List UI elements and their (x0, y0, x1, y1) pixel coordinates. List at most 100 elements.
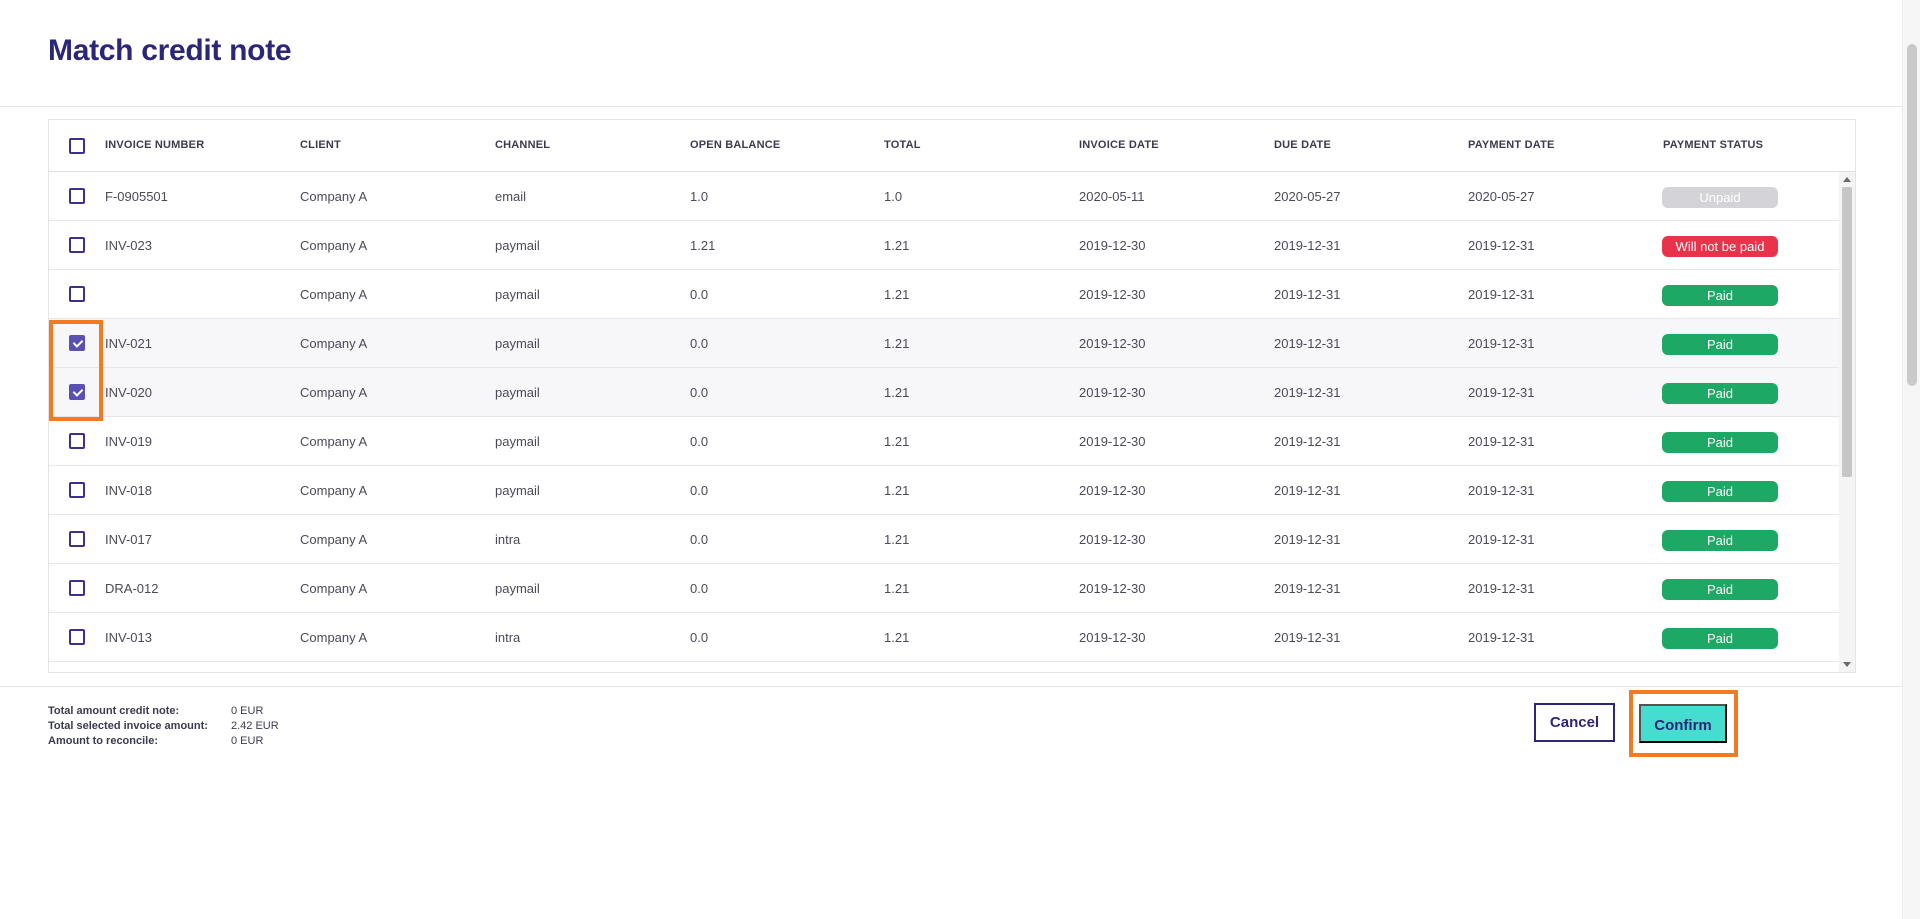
cell-channel: paymail (495, 581, 540, 596)
row-checkbox[interactable] (69, 384, 85, 400)
cell-client: Company A (300, 238, 368, 253)
row-checkbox[interactable] (69, 237, 85, 253)
cell-client: Company A (300, 483, 368, 498)
cell-channel: paymail (495, 287, 540, 302)
cell-payment-date: 2019-12-31 (1468, 238, 1535, 253)
cell-payment-date: 2020-05-27 (1468, 189, 1535, 204)
table-row[interactable]: INV-020 Company A paymail 0.0 1.21 2019-12-30… (49, 368, 1839, 417)
scroll-up-arrow-icon[interactable] (1843, 177, 1851, 182)
cell-due-date: 2020-05-27 (1274, 189, 1341, 204)
cell-due-date: 2019-12-31 (1274, 630, 1341, 645)
table-row[interactable]: F-0905501 Company A email 1.0 1.0 2020-05-11 2… (49, 172, 1839, 221)
cell-invoice-date: 2019-12-30 (1079, 581, 1146, 596)
cell-channel: paymail (495, 238, 540, 253)
cell-invoice-number: INV-019 (105, 434, 152, 449)
table-row[interactable]: Company A paymail 0.0 1.21 2019-12-30 2019-12… (49, 270, 1839, 319)
summary-value-selected-invoices: 2.42 EUR (231, 720, 279, 732)
column-header-payment-status[interactable]: PAYMENT STATUS (1663, 139, 1763, 151)
cell-total: 1.21 (884, 336, 910, 351)
payment-status-badge: Paid (1662, 334, 1778, 355)
row-checkbox[interactable] (69, 531, 85, 547)
cell-invoice-number: INV-013 (105, 630, 152, 645)
cell-channel: email (495, 189, 527, 204)
footer-divider (0, 686, 1902, 687)
table-row[interactable]: INV-013 Company A intra 0.0 1.21 2019-12-30 20… (49, 613, 1839, 662)
table-row[interactable]: INV-021 Company A paymail 0.0 1.21 2019-12-30… (49, 319, 1839, 368)
cell-payment-date: 2019-12-31 (1468, 434, 1535, 449)
cell-total: 1.21 (884, 581, 910, 596)
cell-due-date: 2019-12-31 (1274, 532, 1341, 547)
table-header-row: INVOICE NUMBER CLIENT CHANNEL OPEN BALAN… (49, 120, 1855, 172)
cell-open-balance: 0.0 (690, 385, 709, 400)
cell-invoice-date: 2019-12-30 (1079, 483, 1146, 498)
column-header-due-date[interactable]: DUE DATE (1274, 139, 1331, 151)
table-row[interactable]: INV-017 Company A intra 0.0 1.21 2019-12-30 20… (49, 515, 1839, 564)
cell-invoice-date: 2019-12-30 (1079, 336, 1146, 351)
table-row[interactable]: INV-018 Company A paymail 0.0 1.21 2019-12-30… (49, 466, 1839, 515)
table-row[interactable]: INV-019 Company A paymail 0.0 1.21 2019-12-30… (49, 417, 1839, 466)
column-header-client[interactable]: CLIENT (300, 139, 341, 151)
table-row[interactable]: INV-023 Company A paymail 1.21 1.21 2019-12-3… (49, 221, 1839, 270)
page-scrollbar[interactable] (1902, 0, 1920, 919)
cell-client: Company A (300, 189, 368, 204)
cancel-button[interactable]: Cancel (1534, 703, 1615, 742)
column-header-payment-date[interactable]: PAYMENT DATE (1468, 139, 1555, 151)
payment-status-badge: Paid (1662, 285, 1778, 306)
table-scroll-thumb[interactable] (1842, 187, 1852, 477)
cell-invoice-date: 2019-12-30 (1079, 434, 1146, 449)
cell-due-date: 2019-12-31 (1274, 434, 1341, 449)
cell-open-balance: 0.0 (690, 434, 709, 449)
cell-channel: paymail (495, 385, 540, 400)
cell-client: Company A (300, 434, 368, 449)
row-checkbox[interactable] (69, 580, 85, 596)
cell-total: 1.21 (884, 287, 910, 302)
cell-due-date: 2019-12-31 (1274, 385, 1341, 400)
page-scroll-thumb[interactable] (1907, 44, 1917, 386)
cell-invoice-date: 2019-12-30 (1079, 385, 1146, 400)
table-body: F-0905501 Company A email 1.0 1.0 2020-05-11 2… (49, 172, 1839, 672)
cell-payment-date: 2019-12-31 (1468, 336, 1535, 351)
cell-invoice-number: DRA-012 (105, 581, 159, 596)
payment-status-badge: Paid (1662, 481, 1778, 502)
cell-open-balance: 0.0 (690, 581, 709, 596)
cell-invoice-date: 2019-12-30 (1079, 532, 1146, 547)
cell-due-date: 2019-12-31 (1274, 287, 1341, 302)
cell-payment-date: 2019-12-31 (1468, 581, 1535, 596)
cell-due-date: 2019-12-31 (1274, 483, 1341, 498)
cell-payment-date: 2019-12-31 (1468, 532, 1535, 547)
row-checkbox[interactable] (69, 286, 85, 302)
column-header-invoice-number[interactable]: INVOICE NUMBER (105, 139, 204, 151)
payment-status-badge: Paid (1662, 530, 1778, 551)
row-checkbox[interactable] (69, 188, 85, 204)
cell-client: Company A (300, 385, 368, 400)
column-header-total[interactable]: TOTAL (884, 139, 921, 151)
row-checkbox[interactable] (69, 482, 85, 498)
cell-invoice-date: 2020-05-11 (1079, 189, 1145, 204)
row-checkbox[interactable] (69, 629, 85, 645)
payment-status-badge: Unpaid (1662, 187, 1778, 208)
row-checkbox[interactable] (69, 335, 85, 351)
cell-total: 1.21 (884, 483, 910, 498)
payment-status-badge: Paid (1662, 432, 1778, 453)
column-header-invoice-date[interactable]: INVOICE DATE (1079, 139, 1159, 151)
column-header-open-balance[interactable]: OPEN BALANCE (690, 139, 780, 151)
cell-invoice-date: 2019-12-30 (1079, 287, 1146, 302)
invoice-table: INVOICE NUMBER CLIENT CHANNEL OPEN BALAN… (48, 119, 1856, 673)
cell-open-balance: 1.0 (690, 189, 709, 204)
page-title: Match credit note (48, 34, 292, 67)
cell-channel: paymail (495, 483, 540, 498)
table-scrollbar[interactable] (1839, 172, 1855, 672)
row-checkbox[interactable] (69, 433, 85, 449)
confirm-button[interactable]: Confirm (1639, 704, 1727, 743)
cell-channel: paymail (495, 434, 540, 449)
table-row[interactable]: DRA-012 Company A paymail 0.0 1.21 2019-12-30… (49, 564, 1839, 613)
select-all-checkbox[interactable] (69, 138, 85, 154)
scroll-down-arrow-icon[interactable] (1843, 662, 1851, 667)
cell-invoice-number: INV-023 (105, 238, 152, 253)
cell-invoice-number: INV-017 (105, 532, 152, 547)
cell-total: 1.21 (884, 630, 910, 645)
cell-due-date: 2019-12-31 (1274, 336, 1341, 351)
column-header-channel[interactable]: CHANNEL (495, 139, 550, 151)
cell-open-balance: 0.0 (690, 630, 709, 645)
cell-due-date: 2019-12-31 (1274, 238, 1341, 253)
